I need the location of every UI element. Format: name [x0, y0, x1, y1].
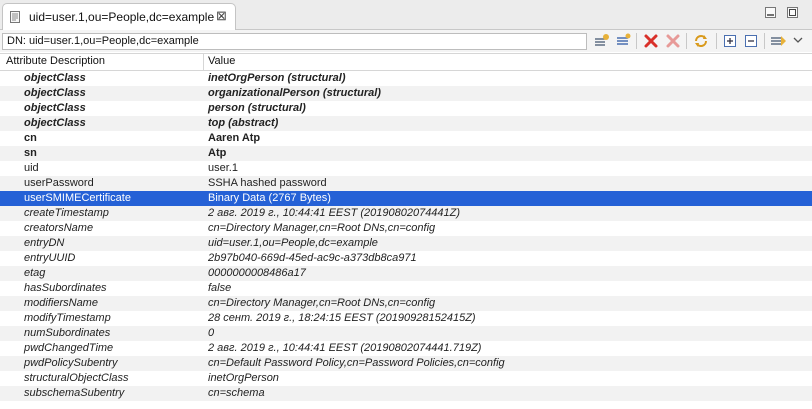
value-cell[interactable]: user.1: [208, 162, 238, 175]
value-cell[interactable]: SSHA hashed password: [208, 177, 327, 190]
table-row[interactable]: etag 0000000008486a17: [0, 266, 812, 281]
value-cell[interactable]: Binary Data (2767 Bytes): [208, 192, 331, 205]
table-row[interactable]: subschemaSubentry cn=schema: [0, 386, 812, 401]
toolbar-separator: [716, 33, 717, 49]
dn-field: DN: uid=user.1,ou=People,dc=example: [2, 33, 587, 50]
collapse-all-icon[interactable]: [742, 32, 760, 50]
table-row[interactable]: userSMIMECertificate Binary Data (2767 By…: [0, 191, 812, 206]
attribute-cell: uid: [24, 162, 39, 174]
close-icon[interactable]: ⊠: [216, 9, 227, 23]
attribute-cell: cn: [24, 132, 37, 144]
value-cell[interactable]: 2b97b040-669d-45ed-ac9c-a373db8ca971: [208, 252, 417, 265]
table-row[interactable]: structuralObjectClass inetOrgPerson: [0, 371, 812, 386]
table-row[interactable]: pwdPolicySubentry cn=Default Password Pol…: [0, 356, 812, 371]
attribute-cell: userSMIMECertificate: [24, 192, 131, 204]
entry-icon: [10, 11, 20, 23]
value-cell[interactable]: 2 авг. 2019 г., 10:44:41 EEST (201908020…: [208, 342, 481, 355]
column-divider[interactable]: [203, 54, 204, 70]
table-row[interactable]: entryDN uid=user.1,ou=People,dc=example: [0, 236, 812, 251]
value-cell[interactable]: false: [208, 282, 231, 295]
expand-all-icon[interactable]: [721, 32, 739, 50]
dn-text: DN: uid=user.1,ou=People,dc=example: [7, 35, 199, 47]
value-cell[interactable]: cn=schema: [208, 387, 265, 400]
column-header-value[interactable]: Value: [208, 55, 235, 67]
value-cell[interactable]: Atp: [208, 147, 226, 160]
attribute-cell: hasSubordinates: [24, 282, 107, 294]
table-row[interactable]: pwdChangedTime 2 авг. 2019 г., 10:44:41 E…: [0, 341, 812, 356]
attribute-cell: objectClass: [24, 72, 86, 84]
editor-tab-bar: uid=user.1,ou=People,dc=example ⊠: [0, 0, 812, 30]
attribute-cell: entryDN: [24, 237, 65, 249]
delete-icon[interactable]: [642, 32, 660, 50]
attribute-cell: modifyTimestamp: [24, 312, 111, 324]
dn-toolbar: DN: uid=user.1,ou=People,dc=example: [0, 30, 812, 52]
maximize-icon[interactable]: [786, 6, 799, 19]
column-header-attribute[interactable]: Attribute Description: [6, 55, 105, 67]
dropdown-icon[interactable]: [791, 32, 805, 50]
attribute-cell: subschemaSubentry: [24, 387, 125, 399]
table-row[interactable]: objectClass top (abstract): [0, 116, 812, 131]
entry-editor-tab[interactable]: uid=user.1,ou=People,dc=example ⊠: [2, 3, 236, 30]
table-header: Attribute Description Value: [0, 53, 812, 71]
attribute-cell: createTimestamp: [24, 207, 109, 219]
value-cell[interactable]: top (abstract): [208, 117, 278, 130]
table-row[interactable]: objectClass organizationalPerson (structu…: [0, 86, 812, 101]
value-cell[interactable]: 0: [208, 327, 214, 340]
minimize-icon[interactable]: [764, 6, 777, 19]
table-row[interactable]: objectClass inetOrgPerson (structural): [0, 71, 812, 86]
view-menu-icon[interactable]: [769, 32, 787, 50]
value-cell[interactable]: cn=Directory Manager,cn=Root DNs,cn=conf…: [208, 222, 435, 235]
attribute-cell: userPassword: [24, 177, 94, 189]
table-row[interactable]: hasSubordinates false: [0, 281, 812, 296]
value-cell[interactable]: inetOrgPerson: [208, 372, 279, 385]
attribute-cell: modifiersName: [24, 297, 98, 309]
new-value-icon[interactable]: [614, 32, 632, 50]
new-attribute-icon[interactable]: [592, 32, 610, 50]
table-row[interactable]: objectClass person (structural): [0, 101, 812, 116]
attribute-cell: objectClass: [24, 87, 86, 99]
table-row[interactable]: numSubordinates 0: [0, 326, 812, 341]
value-cell[interactable]: person (structural): [208, 102, 306, 115]
table-row[interactable]: creatorsName cn=Directory Manager,cn=Root…: [0, 221, 812, 236]
value-cell[interactable]: Aaren Atp: [208, 132, 260, 145]
tab-title: uid=user.1,ou=People,dc=example: [29, 10, 215, 24]
attribute-cell: entryUUID: [24, 252, 76, 264]
attribute-cell: sn: [24, 147, 37, 159]
table-body: objectClass inetOrgPerson (structural) obj…: [0, 71, 812, 401]
table-row[interactable]: createTimestamp 2 авг. 2019 г., 10:44:41 …: [0, 206, 812, 221]
attribute-cell: objectClass: [24, 102, 86, 114]
toolbar-separator: [636, 33, 637, 49]
toolbar-separator: [764, 33, 765, 49]
toolbar-separator: [686, 33, 687, 49]
table-row[interactable]: sn Atp: [0, 146, 812, 161]
attributes-table: Attribute Description Value objectClass i…: [0, 53, 812, 401]
attribute-cell: pwdChangedTime: [24, 342, 114, 354]
value-cell[interactable]: 28 сент. 2019 г., 18:24:15 EEST (2019092…: [208, 312, 476, 325]
table-row[interactable]: uid user.1: [0, 161, 812, 176]
value-cell[interactable]: 0000000008486a17: [208, 267, 306, 280]
value-cell[interactable]: 2 авг. 2019 г., 10:44:41 EEST (201908020…: [208, 207, 460, 220]
table-row[interactable]: modifyTimestamp 28 сент. 2019 г., 18:24:1…: [0, 311, 812, 326]
attribute-cell: structuralObjectClass: [24, 372, 129, 384]
value-cell[interactable]: cn=Default Password Policy,cn=Password P…: [208, 357, 505, 370]
attribute-cell: pwdPolicySubentry: [24, 357, 118, 369]
delete-all-icon[interactable]: [664, 32, 682, 50]
value-cell[interactable]: uid=user.1,ou=People,dc=example: [208, 237, 378, 250]
attribute-cell: objectClass: [24, 117, 86, 129]
value-cell[interactable]: organizationalPerson (structural): [208, 87, 381, 100]
table-row[interactable]: cn Aaren Atp: [0, 131, 812, 146]
attribute-cell: etag: [24, 267, 46, 279]
value-cell[interactable]: inetOrgPerson (structural): [208, 72, 346, 85]
attribute-cell: creatorsName: [24, 222, 94, 234]
table-row[interactable]: entryUUID 2b97b040-669d-45ed-ac9c-a373db8…: [0, 251, 812, 266]
value-cell[interactable]: cn=Directory Manager,cn=Root DNs,cn=conf…: [208, 297, 435, 310]
attribute-cell: numSubordinates: [24, 327, 111, 339]
refresh-icon[interactable]: [692, 32, 710, 50]
table-row[interactable]: modifiersName cn=Directory Manager,cn=Roo…: [0, 296, 812, 311]
table-row[interactable]: userPassword SSHA hashed password: [0, 176, 812, 191]
